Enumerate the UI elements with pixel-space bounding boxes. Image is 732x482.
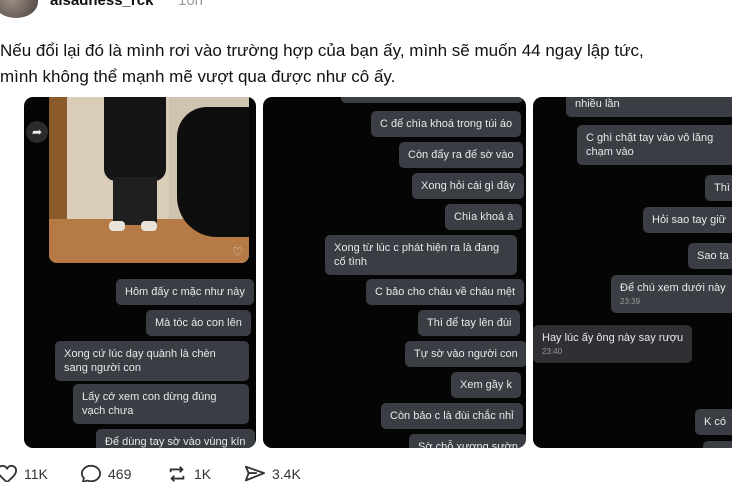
chat-bubble: Lấy cớ xem con dừng đúng vạch chưa [73, 384, 249, 424]
avatar[interactable] [0, 0, 38, 18]
chat-bubble: Tự sờ vào người con [405, 341, 526, 367]
repost-button[interactable]: 1K [166, 462, 211, 482]
post-text: Nếu đổi lại đó là mình rơi vào trường hợ… [0, 38, 732, 90]
share-count: 3.4K [272, 466, 301, 482]
chat-bubble: Thì [705, 175, 732, 201]
send-icon [245, 465, 266, 482]
chat-bubble-partial [703, 441, 732, 448]
chat-bubble: Sao ta [688, 243, 732, 269]
post-text-line: mình không thể mạnh mẽ vượt qua được như… [0, 67, 396, 86]
outfit-photo: ♡ [49, 97, 249, 263]
message-timestamp: 23:39 [620, 297, 641, 306]
chat-bubble: Để dùng tay sờ vào vùng kín [96, 429, 255, 448]
chat-bubble: Xong cứ lúc dạy quành là chèn sang người… [55, 341, 249, 381]
chat-bubble: nhiều lần [566, 97, 732, 117]
chat-bubble-received: Hay lúc ấy ông này say rượu 23:40 [533, 325, 693, 363]
image-carousel[interactable]: ♡ ➦ Hôm đấy c mặc như này Mà tóc áo con … [0, 97, 732, 448]
post-text-line: Nếu đổi lại đó là mình rơi vào trường hợ… [0, 41, 644, 60]
chat-bubble: K có [695, 409, 732, 435]
heart-icon [0, 464, 18, 482]
heart-icon: ♡ [232, 245, 243, 259]
post-time: 10h [178, 0, 204, 9]
chat-bubble: Xong hỏi cái gì đây [412, 173, 524, 199]
comment-count: 469 [108, 466, 132, 482]
share-button[interactable]: 3.4K [244, 462, 301, 482]
repost-icon [169, 466, 185, 482]
like-count: 11K [24, 466, 48, 482]
repost-count: 1K [194, 466, 212, 482]
comment-button[interactable]: 469 [80, 462, 131, 482]
post-header: aisadness_rck 10h [0, 0, 732, 20]
carousel-image-2[interactable]: C để chìa khoá trong túi áo Còn đẩy ra đ… [263, 97, 526, 448]
carousel-image-1[interactable]: ♡ ➦ Hôm đấy c mặc như này Mà tóc áo con … [24, 97, 256, 448]
chat-bubble: Còn đẩy ra để sờ vào [399, 142, 523, 168]
like-button[interactable]: 11K [0, 462, 48, 482]
chat-bubble: Mà tóc áo con lên [146, 310, 251, 336]
carousel-image-3[interactable]: nhiều lần C ghì chặt tay vào vô lăng chạ… [533, 97, 732, 448]
chat-bubble-text: Hay lúc ấy ông này say rượu [542, 332, 684, 344]
chat-bubble: Thì để tay lên đùi [418, 310, 521, 336]
chat-bubble: C bảo cho cháu về cháu mệt [366, 279, 525, 305]
chat-bubble-text: Để chú xem dưới này [620, 282, 726, 294]
chat-bubble-partial [341, 97, 523, 103]
chat-bubble: Chìa khoá à [445, 204, 523, 230]
message-timestamp: 23:40 [542, 347, 563, 356]
chat-bubble: Xem gầy k [451, 372, 521, 398]
chat-bubble: C ghì chặt tay vào vô lăng chạm vào [577, 125, 732, 165]
chat-bubble: Xong từ lúc c phát hiện ra là đang cố tì… [325, 235, 517, 275]
chat-bubble: Để chú xem dưới này 23:39 [611, 275, 732, 313]
chat-bubble: C để chìa khoá trong túi áo [371, 111, 522, 137]
username[interactable]: aisadness_rck [50, 0, 153, 9]
post-actions: 11K 469 1K 3.4K [0, 462, 732, 482]
chat-bubble: Sờ chỗ xương sườn [409, 434, 526, 448]
chat-bubble: Hôm đấy c mặc như này [116, 279, 254, 305]
forward-icon[interactable]: ➦ [26, 121, 48, 143]
comment-icon [80, 464, 102, 482]
chat-bubble: Hỏi sao tay giữ [643, 207, 732, 233]
chat-bubble: Còn bảo c là đùi chắc nhỉ [381, 403, 523, 429]
